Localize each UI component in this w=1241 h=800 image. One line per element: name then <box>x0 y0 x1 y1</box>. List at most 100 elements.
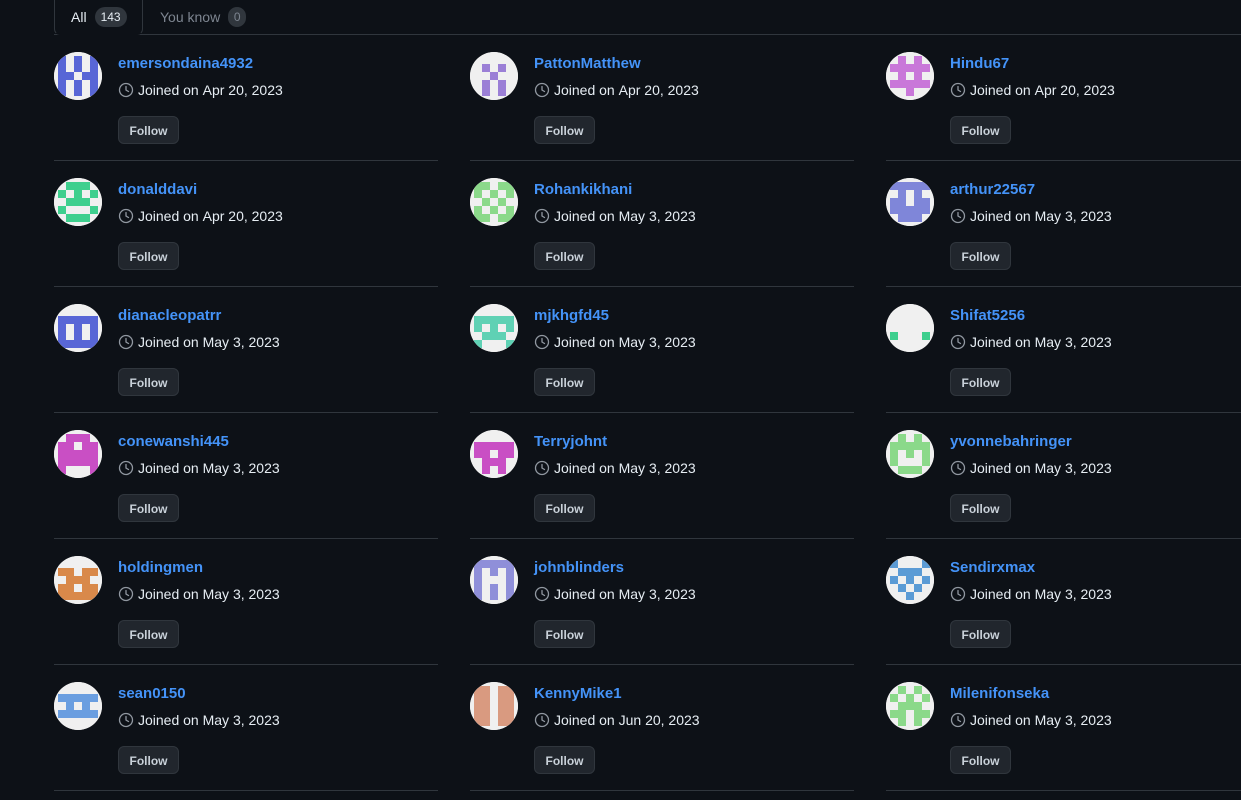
username-link[interactable]: dianacleopatrr <box>118 307 221 324</box>
tab-all[interactable]: All 143 <box>54 0 143 35</box>
joined-date: Joined on May 3, 2023 <box>118 586 280 602</box>
tab-all-count: 143 <box>94 7 127 27</box>
joined-prefix: Joined on <box>970 586 1031 602</box>
user-card: dianacleopatrr Joined on May 3, 2023 Follo… <box>54 287 438 413</box>
joined-prefix: Joined on <box>554 334 615 350</box>
clock-icon <box>950 82 966 98</box>
username-link[interactable]: sean0150 <box>118 685 186 702</box>
joined-date-value: May 3, 2023 <box>202 586 280 602</box>
joined-prefix: Joined on <box>138 82 199 98</box>
tab-all-label: All <box>71 9 87 25</box>
joined-prefix: Joined on <box>554 712 615 728</box>
joined-prefix: Joined on <box>138 712 199 728</box>
tab-you-know-label: You know <box>160 9 221 25</box>
username-link[interactable]: Sendirxmax <box>950 559 1035 576</box>
avatar[interactable] <box>54 304 102 352</box>
follow-button[interactable]: Follow <box>534 368 595 396</box>
username-link[interactable]: johnblinders <box>534 559 624 576</box>
user-card: conewanshi445 Joined on May 3, 2023 Follow <box>54 413 438 539</box>
follow-button[interactable]: Follow <box>118 620 179 648</box>
username-link[interactable]: donalddavi <box>118 181 197 198</box>
avatar[interactable] <box>470 682 518 730</box>
avatar[interactable] <box>886 304 934 352</box>
follow-button[interactable]: Follow <box>950 242 1011 270</box>
username-link[interactable]: holdingmen <box>118 559 203 576</box>
joined-prefix: Joined on <box>138 460 199 476</box>
avatar[interactable] <box>886 52 934 100</box>
avatar[interactable] <box>54 556 102 604</box>
follow-button[interactable]: Follow <box>950 116 1011 144</box>
username-link[interactable]: Milenifonseka <box>950 685 1049 702</box>
user-card: sean0150 Joined on May 3, 2023 Follow <box>54 665 438 791</box>
username-link[interactable]: Rohankikhani <box>534 181 632 198</box>
username-link[interactable]: Shifat5256 <box>950 307 1025 324</box>
follow-button[interactable]: Follow <box>534 746 595 774</box>
username-link[interactable]: yvonnebahringer <box>950 433 1072 450</box>
joined-prefix: Joined on <box>970 460 1031 476</box>
username-link[interactable]: Terryjohnt <box>534 433 607 450</box>
avatar[interactable] <box>886 430 934 478</box>
clock-icon <box>118 460 134 476</box>
avatar[interactable] <box>886 178 934 226</box>
clock-icon <box>950 712 966 728</box>
joined-date-value: May 3, 2023 <box>1034 334 1112 350</box>
joined-prefix: Joined on <box>138 208 199 224</box>
username-link[interactable]: conewanshi445 <box>118 433 229 450</box>
username-link[interactable]: arthur22567 <box>950 181 1035 198</box>
follower-tabs: All 143 You know 0 <box>54 0 1241 35</box>
follow-button[interactable]: Follow <box>118 746 179 774</box>
avatar[interactable] <box>470 304 518 352</box>
follow-button[interactable]: Follow <box>118 368 179 396</box>
joined-date: Joined on May 3, 2023 <box>950 712 1112 728</box>
joined-date-value: May 3, 2023 <box>202 334 280 350</box>
username-link[interactable]: emersondaina4932 <box>118 55 253 72</box>
follow-button[interactable]: Follow <box>534 116 595 144</box>
avatar[interactable] <box>54 682 102 730</box>
user-card: Sendirxmax Joined on May 3, 2023 Follow <box>886 539 1241 665</box>
follow-button[interactable]: Follow <box>950 746 1011 774</box>
joined-prefix: Joined on <box>554 208 615 224</box>
clock-icon <box>534 586 550 602</box>
joined-date-value: May 3, 2023 <box>618 586 696 602</box>
clock-icon <box>118 334 134 350</box>
username-link[interactable]: KennyMike1 <box>534 685 622 702</box>
joined-date: Joined on Jun 20, 2023 <box>534 712 700 728</box>
follow-button[interactable]: Follow <box>534 494 595 522</box>
follow-button[interactable]: Follow <box>534 620 595 648</box>
joined-date-value: Apr 20, 2023 <box>202 208 283 224</box>
follow-button[interactable]: Follow <box>118 494 179 522</box>
username-link[interactable]: Hindu67 <box>950 55 1009 72</box>
joined-date: Joined on May 3, 2023 <box>534 586 696 602</box>
user-card: holdingmen Joined on May 3, 2023 Follow <box>54 539 438 665</box>
follow-button[interactable]: Follow <box>118 116 179 144</box>
avatar[interactable] <box>470 52 518 100</box>
avatar[interactable] <box>886 556 934 604</box>
user-card: Hindu67 Joined on Apr 20, 2023 Follow <box>886 35 1241 161</box>
follow-button[interactable]: Follow <box>950 620 1011 648</box>
clock-icon <box>950 208 966 224</box>
avatar[interactable] <box>54 430 102 478</box>
username-link[interactable]: mjkhgfd45 <box>534 307 609 324</box>
tab-you-know[interactable]: You know 0 <box>160 0 247 34</box>
clock-icon <box>534 712 550 728</box>
joined-prefix: Joined on <box>554 460 615 476</box>
avatar[interactable] <box>470 430 518 478</box>
avatar[interactable] <box>470 556 518 604</box>
follow-button[interactable]: Follow <box>118 242 179 270</box>
avatar[interactable] <box>886 682 934 730</box>
follow-button[interactable]: Follow <box>534 242 595 270</box>
joined-date: Joined on May 3, 2023 <box>950 460 1112 476</box>
joined-date: Joined on Apr 20, 2023 <box>950 82 1115 98</box>
avatar[interactable] <box>470 178 518 226</box>
user-card: donalddavi Joined on Apr 20, 2023 Follow <box>54 161 438 287</box>
follow-button[interactable]: Follow <box>950 368 1011 396</box>
user-card: yvonnebahringer Joined on May 3, 2023 Foll… <box>886 413 1241 539</box>
avatar[interactable] <box>54 52 102 100</box>
joined-date-value: May 3, 2023 <box>1034 586 1112 602</box>
joined-date-value: May 3, 2023 <box>202 712 280 728</box>
joined-date: Joined on May 3, 2023 <box>118 460 280 476</box>
username-link[interactable]: PattonMatthew <box>534 55 641 72</box>
follow-button[interactable]: Follow <box>950 494 1011 522</box>
avatar[interactable] <box>54 178 102 226</box>
clock-icon <box>118 82 134 98</box>
